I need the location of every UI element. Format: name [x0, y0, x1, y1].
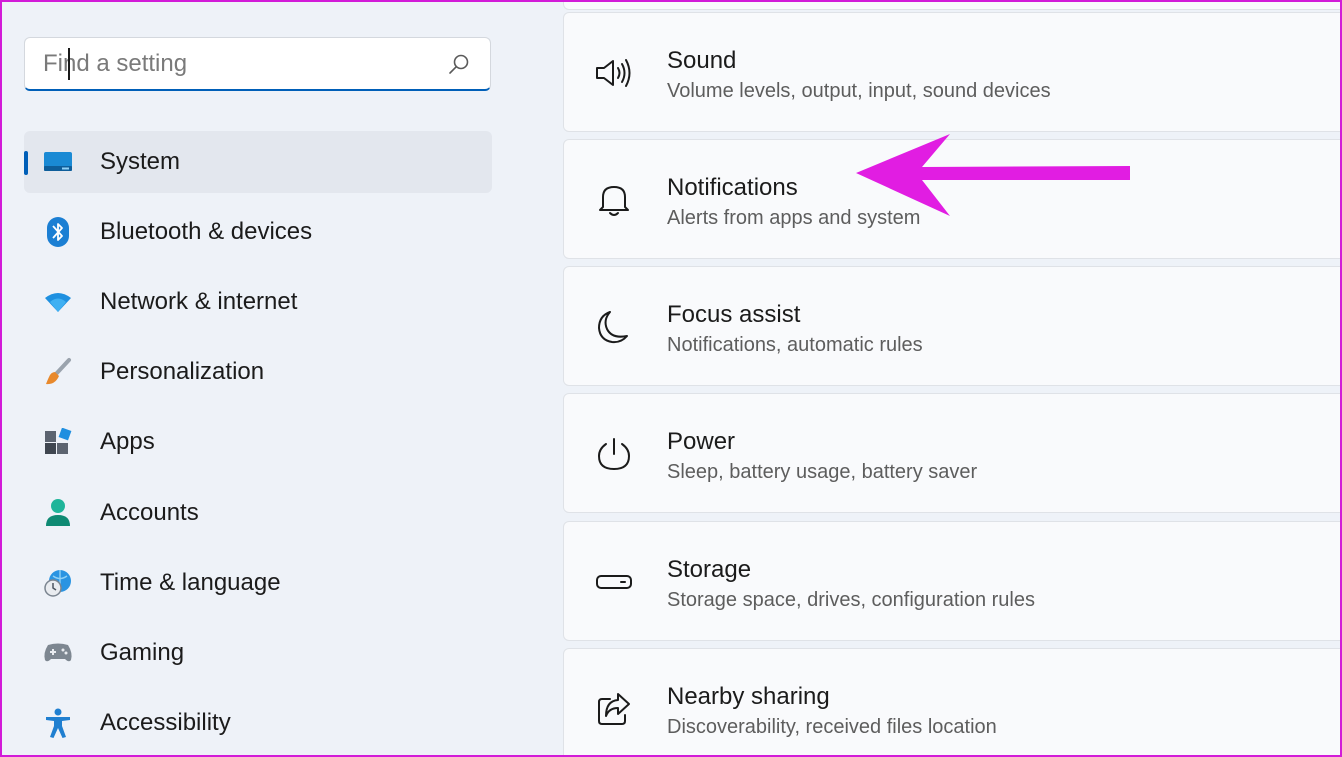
card-title: Storage — [667, 556, 752, 583]
brush-icon — [42, 356, 74, 388]
card-title: Sound — [667, 47, 737, 74]
settings-card-sound[interactable]: Sound Volume levels, output, input, soun… — [563, 12, 1342, 132]
settings-card-storage[interactable]: Storage Storage space, drives, configura… — [563, 521, 1342, 641]
card-subtitle: Sleep, battery usage, battery saver — [667, 461, 978, 483]
text-caret — [68, 48, 70, 80]
sidebar-item-label: Accounts — [100, 499, 199, 526]
card-subtitle: Storage space, drives, configuration rul… — [667, 589, 1035, 611]
globe-clock-icon — [42, 567, 74, 599]
sidebar: System Bluetooth & devices Network & int… — [0, 0, 540, 757]
share-icon — [594, 689, 634, 729]
card-title: Focus assist — [667, 301, 801, 328]
accessibility-icon — [42, 707, 74, 739]
card-subtitle: Discoverability, received files location — [667, 716, 997, 738]
gamepad-icon — [42, 637, 74, 669]
settings-card-nearby-sharing[interactable]: Nearby sharing Discoverability, received… — [563, 648, 1342, 757]
sidebar-item-accessibility[interactable]: Accessibility — [24, 692, 492, 754]
sidebar-item-system[interactable]: System — [24, 131, 492, 193]
selection-indicator — [24, 151, 28, 175]
card-title: Power — [667, 428, 736, 455]
sidebar-item-time-language[interactable]: Time & language — [24, 552, 492, 614]
sidebar-item-label: Personalization — [100, 358, 265, 385]
sidebar-item-label: Apps — [100, 428, 155, 455]
sidebar-item-apps[interactable]: Apps — [24, 411, 492, 473]
sidebar-item-network[interactable]: Network & internet — [24, 271, 492, 333]
card-title: Nearby sharing — [667, 683, 830, 710]
card-subtitle: Volume levels, output, input, sound devi… — [667, 80, 1051, 102]
moon-icon — [594, 307, 634, 347]
storage-drive-icon — [594, 562, 634, 602]
search-icon[interactable] — [448, 53, 470, 75]
sidebar-item-label: Network & internet — [100, 288, 298, 315]
settings-card-partial — [563, 0, 1342, 10]
search-input[interactable] — [43, 49, 423, 78]
apps-icon — [42, 426, 74, 458]
annotation-arrow — [856, 134, 1130, 216]
sidebar-item-label: System — [100, 148, 181, 175]
search-box[interactable] — [24, 37, 491, 91]
bluetooth-icon — [42, 216, 74, 248]
settings-card-focus-assist[interactable]: Focus assist Notifications, automatic ru… — [563, 266, 1342, 386]
power-icon — [594, 434, 634, 474]
monitor-icon — [42, 146, 74, 178]
card-title: Notifications — [667, 174, 798, 201]
sidebar-item-label: Gaming — [100, 639, 185, 666]
sidebar-item-bluetooth[interactable]: Bluetooth & devices — [24, 201, 492, 263]
wifi-icon — [42, 286, 74, 318]
sidebar-item-accounts[interactable]: Accounts — [24, 482, 492, 544]
sidebar-item-label: Accessibility — [100, 709, 231, 736]
person-icon — [42, 497, 74, 529]
bell-icon — [594, 180, 634, 220]
sidebar-item-personalization[interactable]: Personalization — [24, 341, 492, 403]
sidebar-item-label: Bluetooth & devices — [100, 218, 313, 245]
settings-card-power[interactable]: Power Sleep, battery usage, battery save… — [563, 393, 1342, 513]
sidebar-item-gaming[interactable]: Gaming — [24, 622, 492, 684]
sidebar-item-label: Time & language — [100, 569, 281, 596]
speaker-icon — [594, 53, 634, 93]
card-subtitle: Notifications, automatic rules — [667, 334, 923, 356]
